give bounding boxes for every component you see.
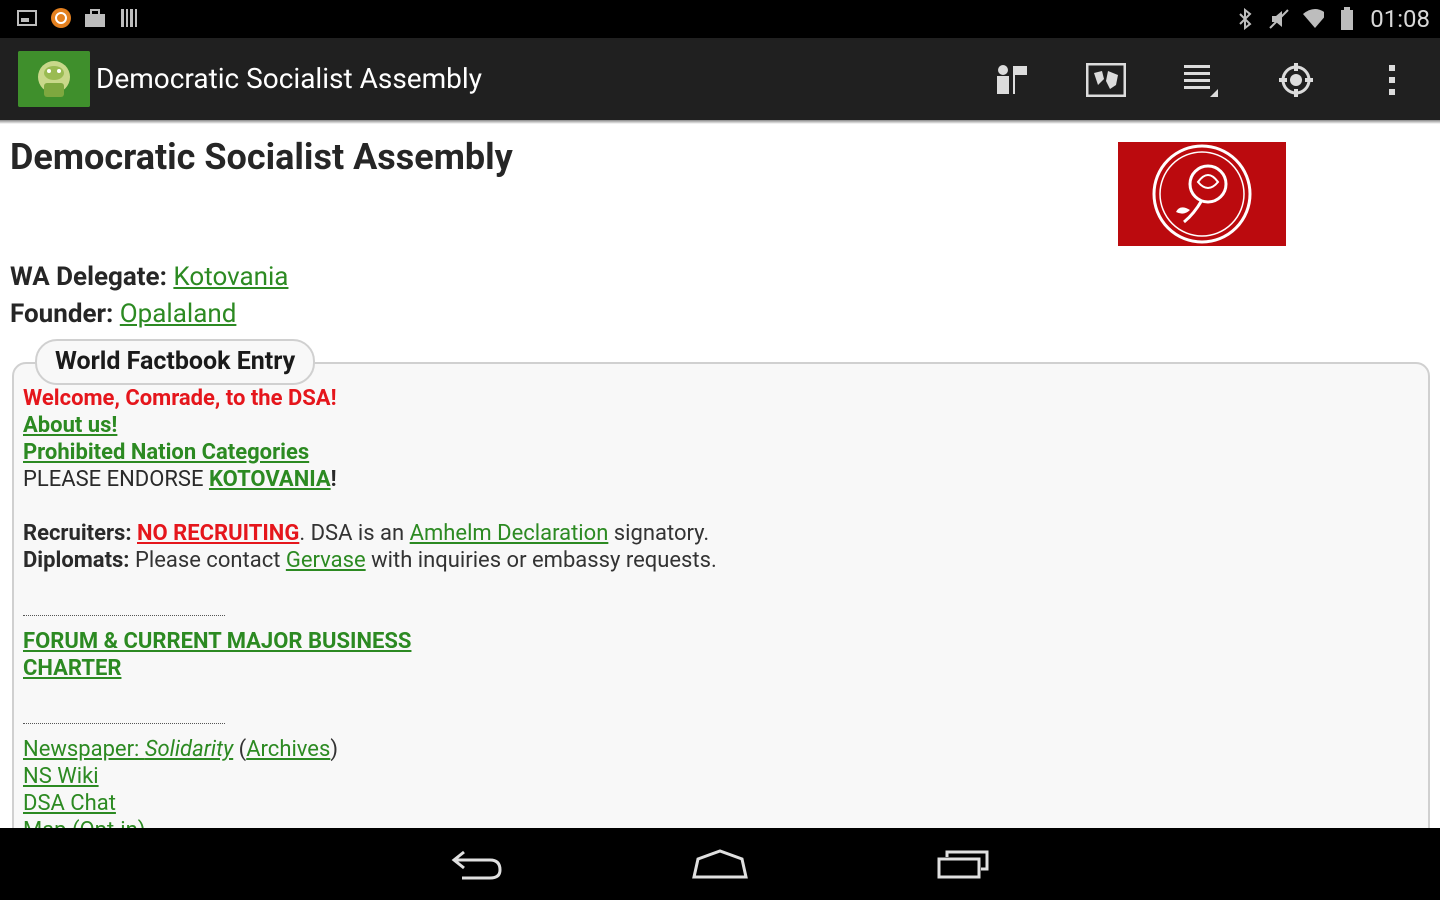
android-logo-icon: [18, 51, 90, 107]
back-icon: [451, 850, 502, 880]
newspaper-link[interactable]: Newspaper: Solidarity: [23, 737, 233, 762]
target-button[interactable]: [1274, 58, 1318, 102]
recent-apps-button[interactable]: [934, 842, 994, 886]
wa-delegate-link[interactable]: Kotovania: [173, 262, 288, 292]
prohibited-categories-link[interactable]: Prohibited Nation Categories: [23, 440, 309, 465]
mute-icon: [1268, 8, 1290, 30]
overflow-menu-button[interactable]: [1370, 58, 1414, 102]
region-flag[interactable]: [1118, 142, 1286, 246]
founder-link[interactable]: Opalaland: [120, 299, 237, 329]
nations-icon: [997, 65, 1027, 94]
navigation-bar: [0, 828, 1440, 900]
back-button[interactable]: [446, 842, 506, 886]
ubuntu-icon: [50, 7, 72, 29]
region-content[interactable]: Democratic Socialist Assembly WA Delegat…: [0, 124, 1440, 828]
target-icon: [1279, 63, 1313, 97]
endorse-prefix: PLEASE ENDORSE: [23, 467, 209, 492]
ns-wiki-link[interactable]: NS Wiki: [23, 764, 99, 789]
rose-emblem-icon: [1118, 142, 1286, 246]
region-name-heading: Democratic Socialist Assembly: [10, 136, 513, 178]
briefcase-icon: [84, 7, 106, 29]
welcome-text: Welcome, Comrade, to the DSA!: [23, 386, 337, 411]
charter-link[interactable]: CHARTER: [23, 656, 121, 681]
recruiters-line: Recruiters: NO RECRUITING. DSA is an Amh…: [23, 520, 717, 547]
recruiters-label: Recruiters:: [23, 521, 132, 546]
wa-delegate-row: WA Delegate: Kotovania: [10, 262, 288, 292]
list-icon: [1184, 65, 1218, 97]
recruiters-end: signatory.: [608, 521, 710, 546]
action-bar: Democratic Socialist Assembly: [0, 38, 1440, 120]
diplomats-end: with inquiries or embassy requests.: [365, 548, 717, 573]
endorse-kotovania-link[interactable]: KOTOVANIA: [209, 467, 331, 492]
founder-label: Founder:: [10, 299, 114, 329]
founder-row: Founder: Opalaland: [10, 299, 236, 329]
diplomats-label: Diplomats:: [23, 548, 130, 573]
map-button[interactable]: [1084, 58, 1128, 102]
app-title: Democratic Socialist Assembly: [96, 62, 482, 95]
barcode-icon: [118, 7, 140, 29]
amhelm-declaration-link[interactable]: Amhelm Declaration: [410, 521, 609, 546]
list-button[interactable]: [1178, 58, 1222, 102]
recruiters-mid: . DSA is an: [299, 521, 410, 546]
overflow-menu-icon: [1389, 65, 1395, 95]
map-opt-in-link[interactable]: Map (Opt-in): [23, 818, 145, 828]
image-icon: [16, 7, 38, 29]
no-recruiting-link[interactable]: NO RECRUITING: [137, 521, 299, 546]
gervase-link[interactable]: Gervase: [286, 548, 366, 573]
map-icon: [1086, 63, 1126, 97]
wa-delegate-label: WA Delegate:: [10, 262, 167, 292]
diplomats-mid: Please contact: [129, 548, 286, 573]
endorse-suffix: !: [330, 467, 337, 492]
about-us-link[interactable]: About us!: [23, 413, 117, 438]
dsa-chat-link[interactable]: DSA Chat: [23, 791, 116, 816]
divider: [23, 722, 225, 724]
endorse-line: PLEASE ENDORSE KOTOVANIA!: [23, 466, 717, 493]
diplomats-line: Diplomats: Please contact Gervase with i…: [23, 547, 717, 574]
newspaper-line: Newspaper: Solidarity (Archives): [23, 736, 717, 763]
newspaper-name: Solidarity: [144, 737, 234, 762]
factbook-tab-label: World Factbook Entry: [35, 339, 316, 385]
wifi-icon: [1302, 8, 1325, 30]
archives-open: (: [233, 737, 247, 762]
archives-close: ): [330, 737, 338, 762]
home-icon: [692, 849, 748, 879]
bluetooth-icon: [1234, 8, 1256, 30]
nations-button[interactable]: [988, 58, 1032, 102]
status-bar: 01:08: [0, 0, 1440, 38]
divider: [23, 614, 225, 616]
archives-link[interactable]: Archives: [246, 737, 330, 762]
recent-apps-icon: [937, 850, 989, 879]
home-button[interactable]: [690, 842, 750, 886]
newspaper-prefix: Newspaper:: [23, 737, 145, 762]
forum-link[interactable]: FORUM & CURRENT MAJOR BUSINESS: [23, 629, 411, 654]
app-logo[interactable]: [18, 51, 90, 107]
status-clock: 01:08: [1370, 5, 1430, 33]
factbook-body: Welcome, Comrade, to the DSA! About us! …: [23, 385, 717, 828]
battery-icon: [1336, 7, 1358, 30]
